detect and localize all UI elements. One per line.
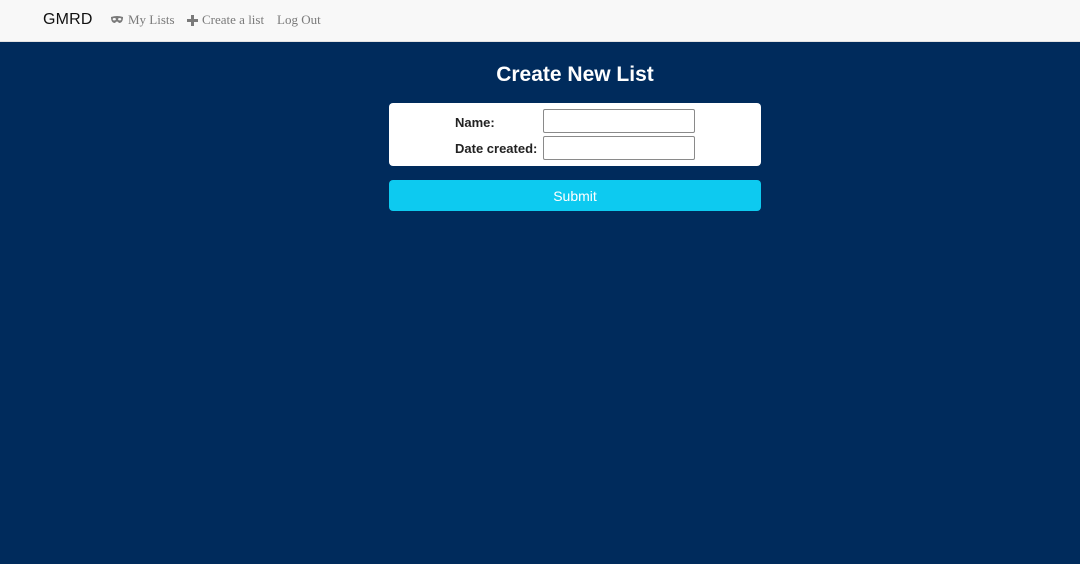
name-input[interactable] [543,109,695,133]
plus-icon [187,14,198,26]
nav-create-list-label: Create a list [202,12,265,27]
create-list-form: Name: Date created: [389,103,761,166]
date-created-input[interactable] [543,136,695,160]
page-title: Create New List [496,63,654,86]
navbar: GMRD My Lists Create a list Log Out [0,0,1080,42]
nav-create-list[interactable]: Create a list [187,12,264,28]
nav-log-out-label: Log Out [277,12,321,27]
nav-my-lists-label: My Lists [128,12,175,27]
name-label: Name: [455,115,495,130]
nav-log-out[interactable]: Log Out [277,12,321,28]
submit-button[interactable]: Submit [389,180,761,211]
brand-logo[interactable]: GMRD [43,11,93,29]
date-created-label: Date created: [455,141,538,156]
nav-my-lists[interactable]: My Lists [110,12,175,28]
mask-icon [110,15,124,25]
